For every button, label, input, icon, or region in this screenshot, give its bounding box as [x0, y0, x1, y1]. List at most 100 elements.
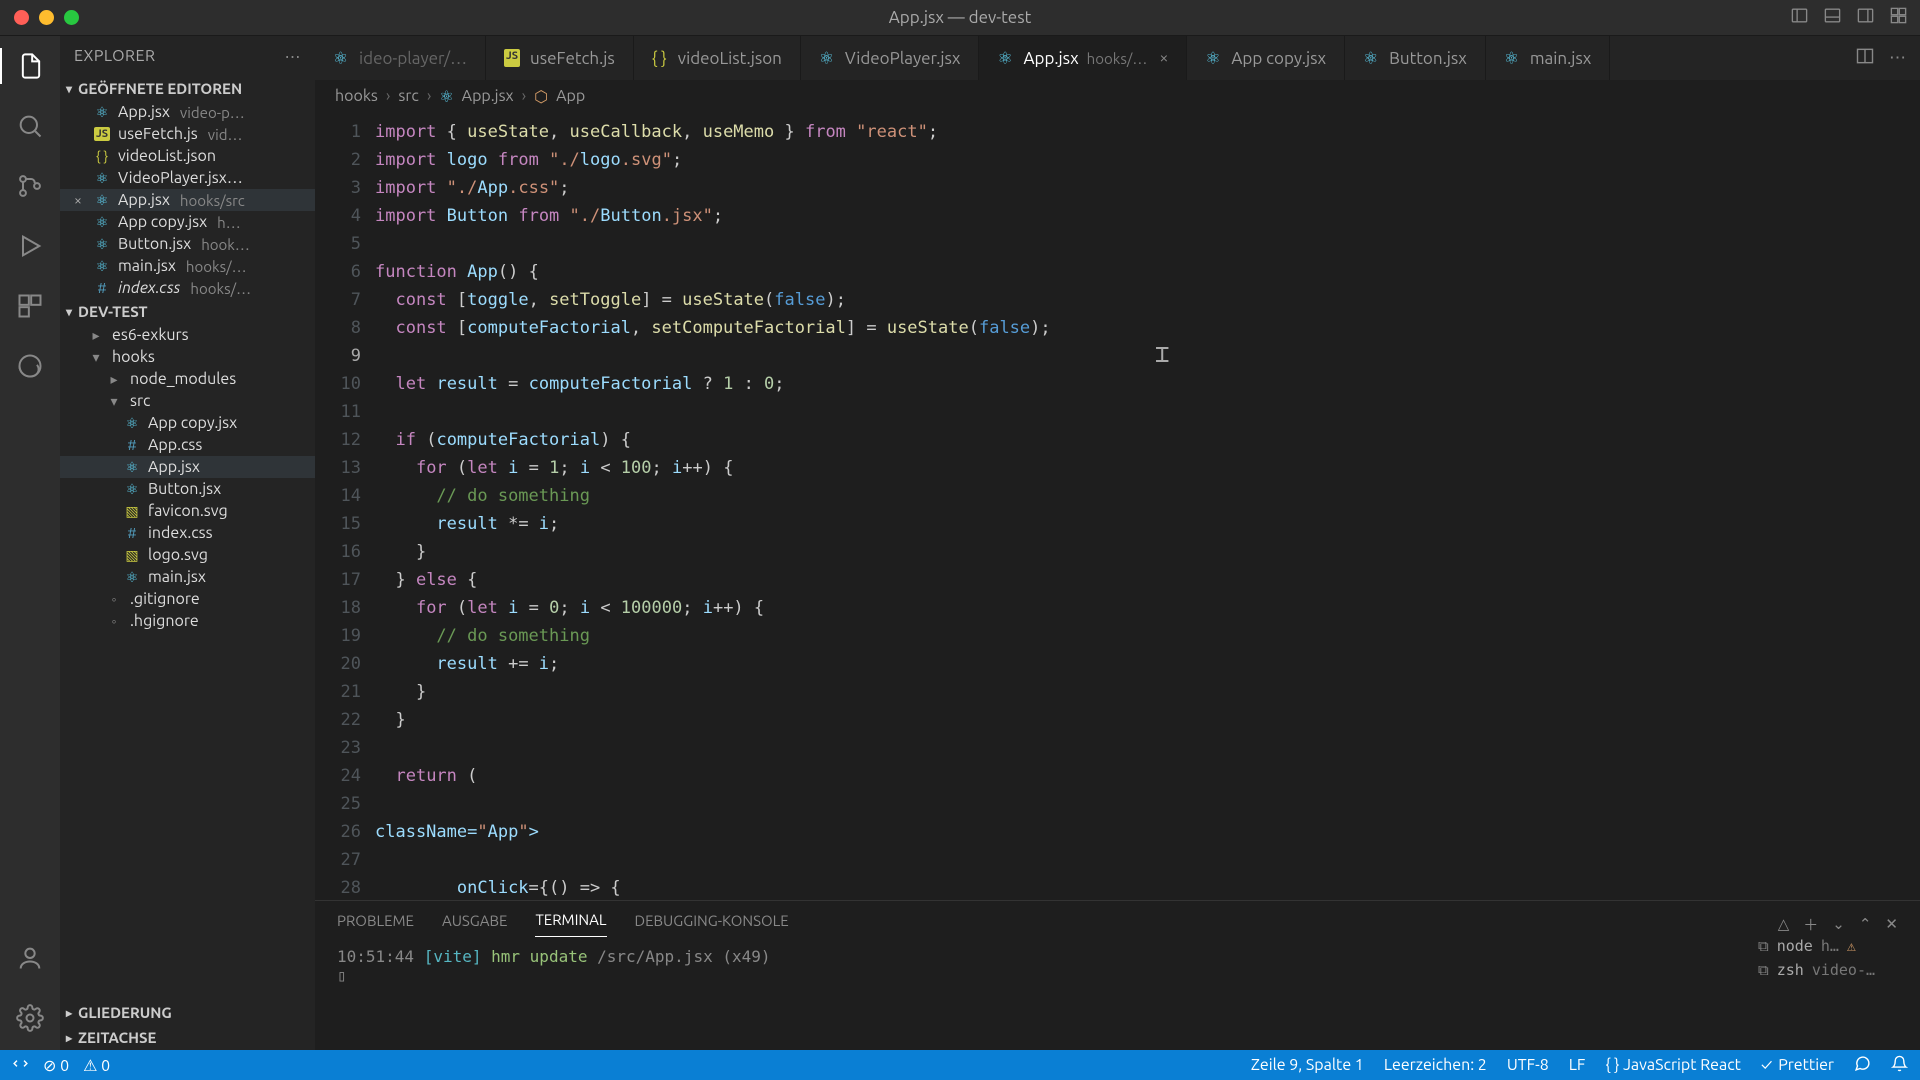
terminal-dropdown-icon[interactable]: ⌄ [1832, 915, 1845, 933]
terminal-body[interactable]: 10:51:44 [vite] hmr update /src/App.jsx … [315, 937, 1920, 1050]
cursor-position[interactable]: Zeile 9, Spalte 1 [1251, 1056, 1364, 1074]
folder-item[interactable]: ▸node_modules [60, 368, 315, 390]
new-terminal-icon[interactable]: ＋ [1803, 914, 1818, 935]
warning-icon: ⚠ [1847, 937, 1856, 955]
breadcrumb[interactable]: hooks› src› ⚛ App.jsx› ⬡ App [315, 80, 1920, 112]
file-icon: ⚛ [122, 459, 142, 476]
run-debug-icon[interactable] [0, 228, 60, 264]
panel-tabs: PROBLEME AUSGABE TERMINAL DEBUGGING-KONSOLE… [315, 901, 1920, 937]
encoding[interactable]: UTF-8 [1507, 1056, 1549, 1074]
folder-item[interactable]: ▾hooks [60, 346, 315, 368]
minimap[interactable] [1830, 112, 1920, 900]
titlebar: App.jsx — dev-test [0, 0, 1920, 36]
panel-tab[interactable]: AUSGABE [442, 912, 507, 937]
editor-tab[interactable]: JSuseFetch.js [486, 36, 634, 80]
open-editor-item[interactable]: ⚛App copy.jsxh… [60, 211, 315, 233]
file-item[interactable]: ⚛main.jsx [60, 566, 315, 588]
extensions-icon[interactable] [0, 288, 60, 324]
explorer-more-icon[interactable]: ⋯ [285, 47, 302, 66]
eol[interactable]: LF [1569, 1056, 1586, 1074]
open-editor-item[interactable]: ⚛App.jsxvideo-p… [60, 101, 315, 123]
close-tab-icon[interactable]: × [1159, 49, 1168, 67]
accounts-icon[interactable] [0, 940, 60, 976]
open-editor-item[interactable]: ×⚛App.jsxhooks/src [60, 189, 315, 211]
close-panel-icon[interactable]: ✕ [1885, 915, 1898, 933]
open-editor-item[interactable]: #index.csshooks/… [60, 277, 315, 299]
editor-tab[interactable]: ⚛Button.jsx [1345, 36, 1486, 80]
search-icon[interactable] [0, 108, 60, 144]
feedback-icon[interactable] [1854, 1055, 1871, 1076]
settings-gear-icon[interactable] [0, 1000, 60, 1036]
maximize-panel-icon[interactable]: ⌃ [1859, 915, 1872, 933]
split-editor-icon[interactable] [1855, 46, 1875, 70]
toggle-panel-icon[interactable] [1823, 6, 1842, 29]
warning-hollow-icon[interactable]: △ [1778, 915, 1790, 933]
more-actions-icon[interactable]: ⋯ [1889, 48, 1906, 68]
file-item[interactable]: ◦.gitignore [60, 588, 315, 610]
file-item[interactable]: ⚛Button.jsx [60, 478, 315, 500]
panel-tab[interactable]: TERMINAL [535, 911, 606, 937]
terminal-instance[interactable]: ⧉ zsh video-… [1758, 961, 1908, 979]
file-icon: # [122, 437, 142, 453]
file-icon: ⚛ [1504, 49, 1522, 67]
file-item[interactable]: ⚛App copy.jsx [60, 412, 315, 434]
open-editors-section[interactable]: ▾ GEÖFFNETE EDITOREN [60, 76, 315, 101]
sidebar: EXPLORER ⋯ ▾ GEÖFFNETE EDITOREN ⚛App.jsx… [60, 36, 315, 1050]
warnings-count[interactable]: ⚠ 0 [83, 1056, 110, 1075]
remote-icon[interactable] [12, 1055, 29, 1076]
timeline-section[interactable]: ▸ ZEITACHSE [60, 1025, 315, 1050]
file-item[interactable]: #index.css [60, 522, 315, 544]
editor-tab[interactable]: ⚛App.jsxhooks/…× [979, 36, 1187, 80]
file-item[interactable]: #App.css [60, 434, 315, 456]
panel-tab[interactable]: DEBUGGING-KONSOLE [635, 912, 789, 937]
file-icon: ⚛ [1363, 49, 1381, 67]
file-icon: ⚛ [997, 49, 1015, 67]
code-editor[interactable]: import { useState, useCallback, useMemo … [375, 112, 1920, 900]
open-editor-item[interactable]: ⚛main.jsxhooks/… [60, 255, 315, 277]
language-mode[interactable]: { } JavaScript React [1605, 1056, 1741, 1074]
editor-tab[interactable]: ⚛main.jsx [1486, 36, 1611, 80]
minimize-window-button[interactable] [39, 10, 54, 25]
errors-count[interactable]: ⊘ 0 [43, 1056, 69, 1075]
toggle-sidebar-icon[interactable] [1790, 6, 1809, 29]
chevron-right-icon: ▸ [104, 371, 124, 388]
file-icon: ⚛ [819, 49, 837, 67]
editor-tab[interactable]: ⚛VideoPlayer.jsx [801, 36, 980, 80]
titlebar-layout-buttons [1790, 6, 1908, 29]
editor-tab[interactable]: { }videoList.json [634, 36, 801, 80]
panel-tab[interactable]: PROBLEME [337, 912, 414, 937]
editor-tab[interactable]: ⚛App copy.jsx [1187, 36, 1345, 80]
file-icon: ▧ [122, 503, 142, 520]
explorer-icon[interactable] [0, 48, 60, 84]
open-editor-item[interactable]: { }videoList.json [60, 145, 315, 167]
terminal-instance[interactable]: ⧉ node h… ⚠ [1758, 937, 1908, 955]
close-editor-icon[interactable]: × [70, 192, 86, 208]
folder-item[interactable]: ▾src [60, 390, 315, 412]
edge-tools-icon[interactable] [0, 348, 60, 384]
file-item[interactable]: ⚛App.jsx [60, 456, 315, 478]
prettier-status[interactable]: ✓ Prettier [1761, 1056, 1834, 1074]
file-item[interactable]: ▧favicon.svg [60, 500, 315, 522]
customize-layout-icon[interactable] [1889, 6, 1908, 29]
open-editor-item[interactable]: ⚛Button.jsxhook… [60, 233, 315, 255]
toggle-secondary-sidebar-icon[interactable] [1856, 6, 1875, 29]
indentation[interactable]: Leerzeichen: 2 [1384, 1056, 1487, 1074]
maximize-window-button[interactable] [64, 10, 79, 25]
open-editor-item[interactable]: ⚛VideoPlayer.jsx… [60, 167, 315, 189]
project-section[interactable]: ▾ DEV-TEST [60, 299, 315, 324]
outline-section[interactable]: ▸ GLIEDERUNG [60, 1000, 315, 1025]
file-item[interactable]: ◦.hgignore [60, 610, 315, 632]
close-window-button[interactable] [14, 10, 29, 25]
symbol-icon: ⬡ [534, 87, 548, 106]
source-control-icon[interactable] [0, 168, 60, 204]
editor-tab[interactable]: ⚛ideo-player/… [315, 36, 486, 80]
file-icon: ⚛ [122, 481, 142, 498]
chevron-right-icon: ▸ [66, 1006, 72, 1020]
file-icon: ⚛ [122, 415, 142, 432]
window-controls [0, 10, 79, 25]
file-item[interactable]: ▧logo.svg [60, 544, 315, 566]
folder-item[interactable]: ▸es6-exkurs [60, 324, 315, 346]
file-icon: ⚛ [122, 569, 142, 586]
notifications-icon[interactable] [1891, 1055, 1908, 1076]
open-editor-item[interactable]: JSuseFetch.jsvid… [60, 123, 315, 145]
